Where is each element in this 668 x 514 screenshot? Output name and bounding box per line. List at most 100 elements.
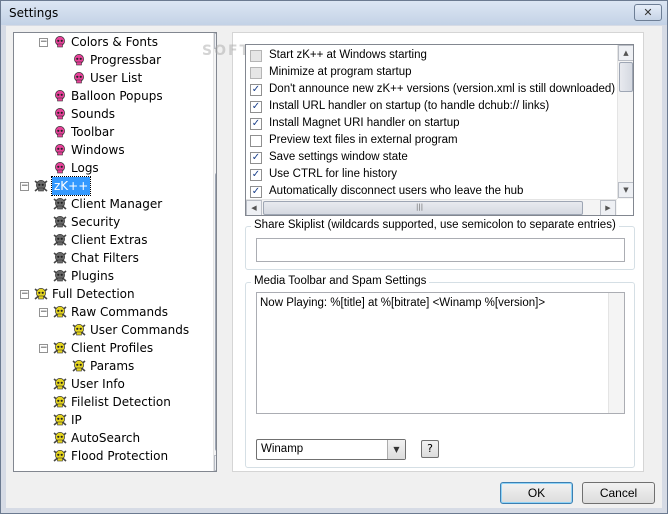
- option-label: Use CTRL for line history: [269, 168, 398, 180]
- cancel-button[interactable]: Cancel: [582, 482, 655, 504]
- media-player-select[interactable]: Winamp ▼: [256, 439, 406, 460]
- collapse-icon[interactable]: −: [39, 38, 48, 47]
- collapse-icon[interactable]: −: [20, 290, 29, 299]
- option-label: Don't announce new zK++ versions (versio…: [269, 83, 616, 95]
- tree-item-label: Full Detection: [52, 287, 135, 301]
- spam-format-textarea[interactable]: Now Playing: %[title] at %[bitrate] <Win…: [256, 292, 625, 414]
- options-horizontal-scrollbar[interactable]: ◀ ||| ▶: [246, 199, 617, 215]
- tree-item-label: Toolbar: [71, 125, 115, 139]
- yellow-skull-icon: [71, 358, 87, 374]
- scroll-down-icon[interactable]: ▼: [618, 182, 633, 198]
- skull-crossbones-icon: [33, 178, 49, 194]
- collapse-icon[interactable]: −: [20, 182, 29, 191]
- option-label: Save settings window state: [269, 151, 408, 163]
- tree-item[interactable]: − zK++: [14, 176, 210, 196]
- options-hscroll-thumb[interactable]: |||: [263, 201, 583, 215]
- tree-item[interactable]: User List: [14, 69, 210, 87]
- tree-item-label: Security: [71, 215, 121, 229]
- tree-item[interactable]: − Colors & Fonts: [14, 33, 210, 51]
- tree-item[interactable]: Logs: [14, 159, 210, 177]
- tree-item[interactable]: Client Manager: [14, 195, 210, 213]
- option-label: Install URL handler on startup (to handl…: [269, 100, 550, 112]
- scroll-left-icon[interactable]: ◀: [246, 200, 262, 215]
- option-checkbox[interactable]: ✓: [250, 169, 262, 181]
- tree-item[interactable]: AutoSearch: [14, 429, 210, 447]
- yellow-skull-icon: [52, 340, 68, 356]
- option-checkbox[interactable]: ✓: [250, 186, 262, 198]
- skull-crossbones-icon: [52, 250, 68, 266]
- settings-tree[interactable]: − Colors & Fonts Progressbar User List Ballo…: [13, 32, 217, 472]
- skull-crossbones-icon: [52, 214, 68, 230]
- option-label: Minimize at program startup: [269, 66, 412, 78]
- yellow-skull-icon: [52, 304, 68, 320]
- option-checkbox[interactable]: ✓: [250, 84, 262, 96]
- option-checkbox[interactable]: [250, 67, 262, 79]
- skull-crossbones-icon: [52, 196, 68, 212]
- pink-skull-icon: [52, 106, 68, 122]
- tree-item[interactable]: Windows: [14, 141, 210, 159]
- title-bar[interactable]: Settings ✕: [1, 1, 667, 25]
- tree-item[interactable]: Filelist Detection: [14, 393, 210, 411]
- tree-item-label: Client Manager: [71, 197, 163, 211]
- close-button[interactable]: ✕: [634, 4, 662, 21]
- hgrip-icon: |||: [416, 203, 424, 211]
- skiplist-input[interactable]: [256, 238, 625, 262]
- tree-item[interactable]: − Raw Commands: [14, 303, 210, 321]
- tree-item[interactable]: Flood Protection: [14, 447, 210, 465]
- tree-item-label: User Info: [71, 377, 125, 391]
- tree-item[interactable]: Progressbar: [14, 51, 210, 69]
- ok-button[interactable]: OK: [500, 482, 573, 504]
- tree-scroll-thumb[interactable]: ≡: [215, 173, 216, 451]
- pink-skull-icon: [52, 34, 68, 50]
- option-checkbox[interactable]: [250, 135, 262, 147]
- chevron-down-icon: ▼: [387, 440, 405, 459]
- option-label: Preview text files in external program: [269, 134, 458, 146]
- pink-skull-icon: [71, 52, 87, 68]
- tree-item[interactable]: Params: [14, 357, 210, 375]
- option-checkbox[interactable]: ✓: [250, 118, 262, 130]
- scroll-right-icon[interactable]: ▶: [600, 200, 616, 215]
- tree-item-label: zK++: [50, 176, 92, 196]
- tree-item[interactable]: IP: [14, 411, 210, 429]
- options-vertical-scrollbar[interactable]: ▲ ▼: [617, 45, 633, 199]
- options-checklist[interactable]: Start zK++ at Windows starting Minimize a…: [245, 44, 634, 216]
- tree-item-label: IP: [71, 413, 82, 427]
- tree-item[interactable]: Sounds: [14, 105, 210, 123]
- scroll-down-icon[interactable]: ▼: [214, 455, 216, 471]
- yellow-skull-icon: [71, 322, 87, 338]
- tree-item[interactable]: Chat Filters: [14, 249, 210, 267]
- pink-skull-icon: [52, 88, 68, 104]
- option-label: Automatically disconnect users who leave…: [269, 185, 524, 197]
- collapse-icon[interactable]: −: [39, 344, 48, 353]
- option-checkbox[interactable]: [250, 50, 262, 62]
- tree-item-label: Balloon Popups: [71, 89, 163, 103]
- tree-item-label: Chat Filters: [71, 251, 139, 265]
- tree-item[interactable]: Client Extras: [14, 231, 210, 249]
- tree-item[interactable]: Toolbar: [14, 123, 210, 141]
- options-scroll-thumb[interactable]: [619, 62, 633, 92]
- tree-item[interactable]: Security: [14, 213, 210, 231]
- option-label: Start zK++ at Windows starting: [269, 49, 427, 61]
- tree-scrollbar[interactable]: ▲ ≡ ▼: [213, 33, 216, 471]
- tree-item-label: Params: [90, 359, 135, 373]
- tree-item-label: User List: [90, 71, 143, 85]
- help-button[interactable]: ?: [421, 440, 439, 458]
- yellow-skull-icon: [52, 412, 68, 428]
- skiplist-group-title: Share Skiplist (wildcards supported, use…: [251, 219, 619, 231]
- scroll-up-icon[interactable]: ▲: [618, 45, 633, 61]
- yellow-skull-icon: [52, 376, 68, 392]
- spam-format-text: Now Playing: %[title] at %[bitrate] <Win…: [260, 297, 546, 309]
- collapse-icon[interactable]: −: [39, 308, 48, 317]
- tree-item-label: Raw Commands: [71, 305, 168, 319]
- yellow-skull-icon: [33, 286, 49, 302]
- option-checkbox[interactable]: ✓: [250, 101, 262, 113]
- spam-scrollbar[interactable]: [608, 293, 624, 413]
- tree-item[interactable]: Balloon Popups: [14, 87, 210, 105]
- tree-item[interactable]: User Info: [14, 375, 210, 393]
- tree-item[interactable]: User Commands: [14, 321, 210, 339]
- tree-item[interactable]: Plugins: [14, 267, 210, 285]
- pink-skull-icon: [52, 124, 68, 140]
- tree-item[interactable]: − Client Profiles: [14, 339, 210, 357]
- option-checkbox[interactable]: ✓: [250, 152, 262, 164]
- tree-item[interactable]: − Full Detection: [14, 285, 210, 303]
